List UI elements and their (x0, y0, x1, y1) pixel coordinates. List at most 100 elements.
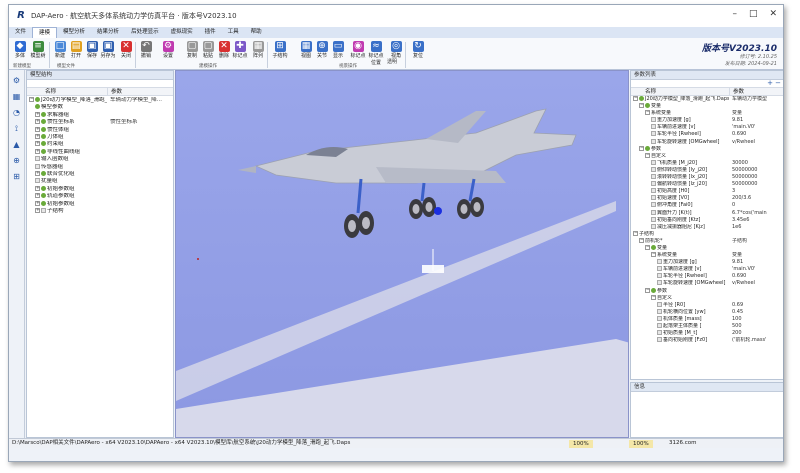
ribbon-button[interactable]: ◆ 多体 (11, 41, 29, 63)
side-tool-icon[interactable]: ⟟ (11, 123, 22, 134)
side-tool-icon[interactable]: ⊞ (11, 171, 22, 182)
expand-toggle-icon[interactable]: − (639, 145, 644, 151)
minimize-button[interactable]: – (732, 9, 737, 19)
tree-row[interactable]: + 轨道参数组 (27, 193, 173, 200)
tree-row[interactable]: 俯冲角度 [Fai0] 0 (631, 202, 783, 209)
aircraft-model[interactable] (238, 108, 577, 238)
tree-row[interactable]: + 非线性曲线组 (27, 148, 173, 156)
menu-item[interactable]: 模型分析 (57, 27, 91, 38)
tree-row[interactable]: −自定义 (631, 152, 783, 160)
tree-row[interactable]: 模型参数 (27, 104, 173, 111)
ribbon-button[interactable]: ≈ 标记点位置 (367, 41, 385, 66)
expand-toggle-icon[interactable]: + (35, 208, 40, 214)
expand-toggle-icon[interactable]: − (645, 110, 650, 116)
tree-row[interactable]: 滚转转动惯量 [Ix_j20] 50000000 (631, 174, 783, 181)
expand-toggle-icon[interactable]: − (633, 230, 638, 236)
expand-toggle-icon[interactable]: + (35, 200, 40, 206)
expand-toggle-icon[interactable]: + (35, 185, 40, 191)
tree-row[interactable]: 初始垂向刚度 [Ktz] 3.45e6 (631, 216, 783, 224)
ribbon-button[interactable]: ≡ 模型树 (29, 41, 47, 63)
tree-row[interactable]: − 变量 (631, 103, 783, 110)
expand-toggle-icon[interactable]: − (639, 237, 644, 243)
expand-toggle-icon[interactable]: − (639, 103, 644, 109)
tree-row[interactable]: 传感器组 (27, 163, 173, 171)
tree-row[interactable]: 重力加速度 [g] 9.81 (631, 259, 783, 266)
ribbon-button[interactable]: ⊞ 子结构 (271, 41, 289, 63)
tree-row[interactable]: − J20动力学模型_降落_滑跑_起飞.Daps 车辆动力学模型 (631, 96, 783, 103)
tree-row[interactable]: 车轮半径 [Rwheel] 0.690 (631, 131, 783, 138)
tree-row[interactable]: 半径 [R0] 0.69 (631, 301, 783, 309)
tree-row[interactable]: 机轮横向位置 [yw] 0.45 (631, 308, 783, 316)
add-param-icon[interactable]: + (767, 79, 773, 87)
tree-row[interactable]: 翼面升力 [K(t)] 6.7*cos('main (631, 209, 783, 217)
menu-item[interactable]: 插件 (199, 27, 222, 38)
ribbon-button[interactable]: ↻ 复位 (409, 41, 427, 63)
ribbon-button[interactable]: ✚ 标记点 (231, 41, 249, 63)
ribbon-button[interactable]: ↶ 撤销 (137, 41, 155, 63)
tree-row[interactable]: 扰量组 (27, 178, 173, 185)
tree-row[interactable]: − J20动力学模型_降落_滑跑_起飞.Daps车辆动力学模型_降... (27, 97, 173, 104)
tree-row[interactable]: 减压减振器阻尼 [Kjz] 1e6 (631, 223, 783, 231)
expand-toggle-icon[interactable]: + (35, 148, 40, 154)
tree-row[interactable]: − 参数 (631, 145, 783, 153)
expand-toggle-icon[interactable]: − (633, 96, 638, 101)
tree-row[interactable]: −子结构 (631, 230, 783, 238)
side-tool-icon[interactable]: ▲ (11, 139, 22, 150)
expand-toggle-icon[interactable]: − (29, 97, 34, 102)
tree-row[interactable]: 飞机质量 [M_j20] 30000 (631, 159, 783, 167)
ribbon-button[interactable]: ▣ 另存为 (99, 41, 117, 63)
tree-row[interactable]: −自定义 (631, 294, 783, 302)
expand-toggle-icon[interactable]: + (35, 119, 40, 125)
menu-item[interactable]: 虚拟现实 (165, 27, 199, 38)
ribbon-button[interactable]: ⚙ 设置 (159, 41, 177, 63)
expand-toggle-icon[interactable]: − (651, 252, 656, 258)
tree-row[interactable]: 初始质量 [M_t] 200 (631, 330, 783, 337)
tree-row[interactable]: −系统变量 变量 (631, 110, 783, 117)
expand-toggle-icon[interactable]: + (35, 141, 40, 147)
tree-row[interactable]: 俯仰转动惯量 [Iy_j20] 50000000 (631, 166, 783, 174)
ribbon-button[interactable]: ▦ 阵列 (249, 41, 267, 63)
tree-row[interactable]: 初始高度 [H0] 3 (631, 188, 783, 195)
side-tool-icon[interactable]: ⚙ (11, 75, 22, 86)
maximize-button[interactable]: □ (749, 9, 758, 19)
tree-row[interactable]: 起落架主体质量 [500 (631, 323, 783, 330)
tree-row[interactable]: + 求解器组 (27, 111, 173, 119)
expand-toggle-icon[interactable]: + (35, 126, 40, 132)
menu-item[interactable]: 文件 (9, 27, 32, 38)
ribbon-button[interactable]: ✕ 关闭 (117, 41, 135, 63)
tree-row[interactable]: + 初始参数组 (27, 200, 173, 208)
tree-row[interactable]: 输入函数组 (27, 156, 173, 163)
menu-item[interactable]: 工具 (222, 27, 245, 38)
tree-row[interactable]: + 约束组 (27, 141, 173, 148)
menu-item[interactable]: 后处理显示 (125, 27, 165, 38)
tree-row[interactable]: −系统变量 变量 (631, 252, 783, 259)
menu-item[interactable]: 建模 (32, 27, 58, 38)
expand-toggle-icon[interactable]: + (35, 134, 40, 140)
tree-row[interactable]: − 参数 (631, 287, 783, 295)
remove-param-icon[interactable]: − (775, 79, 781, 87)
expand-toggle-icon[interactable]: − (651, 294, 656, 300)
tree-row[interactable]: 车辆前进速度 [v] 'main.V0' (631, 266, 783, 273)
tree-row[interactable]: 重力加速度 [g] 9.81 (631, 117, 783, 124)
menu-item[interactable]: 帮助 (245, 27, 268, 38)
model-tree-filter[interactable] (27, 80, 173, 88)
expand-toggle-icon[interactable]: + (35, 111, 40, 117)
close-button[interactable]: ✕ (769, 9, 777, 19)
ribbon-button[interactable]: ▭ 显示 (329, 41, 347, 63)
expand-toggle-icon[interactable]: + (35, 171, 40, 177)
menu-item[interactable]: 结果分析 (91, 27, 125, 38)
side-tool-icon[interactable]: ▦ (11, 91, 22, 102)
side-tool-icon[interactable]: ◔ (11, 107, 22, 118)
tree-row[interactable]: 垂向初始刚度 [Fz0] ('前机轮.mass' (631, 337, 783, 344)
expand-toggle-icon[interactable]: + (35, 193, 40, 199)
tree-row[interactable]: 车轮半径 [Rwheel] 0.690 (631, 273, 783, 280)
3d-viewport[interactable] (175, 70, 629, 438)
tree-row[interactable]: 机体质量 [mass] 100 (631, 315, 783, 323)
expand-toggle-icon[interactable]: − (645, 152, 650, 158)
side-tool-icon[interactable]: ⊕ (11, 155, 22, 166)
ribbon-button[interactable]: ◉ 标记点 (349, 41, 367, 63)
tree-row[interactable]: 车辆前进速度 [v] 'main.V0' (631, 124, 783, 131)
tree-row[interactable]: + 联合优化组 (27, 171, 173, 178)
tree-row[interactable]: + 惯性坐标系 惯性坐标系 (27, 119, 173, 126)
tree-row[interactable]: + 惯性体组 (27, 126, 173, 134)
